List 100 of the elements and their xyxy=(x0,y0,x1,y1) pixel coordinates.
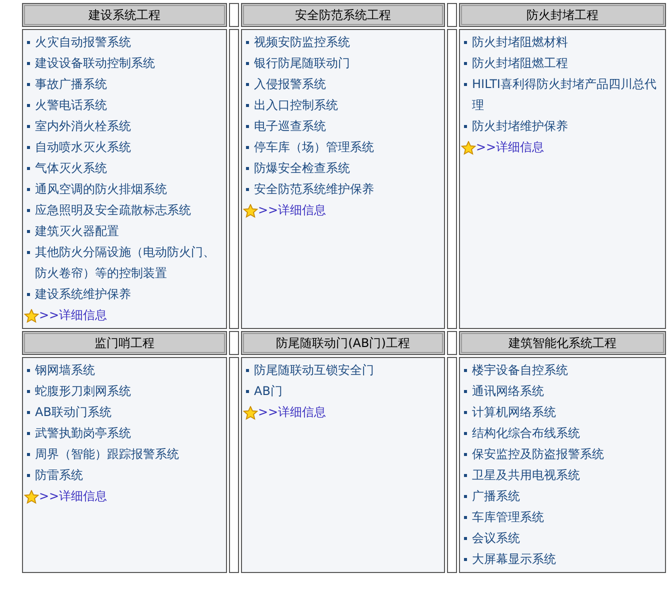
bullet-icon xyxy=(246,83,249,86)
category-link[interactable]: 车库管理系统 xyxy=(472,507,544,528)
category-link[interactable]: 通风空调的防火排烟系统 xyxy=(35,179,167,200)
star-icon xyxy=(243,406,258,420)
category-link[interactable]: 通讯网络系统 xyxy=(472,381,544,402)
bullet-icon xyxy=(464,125,467,128)
category-link[interactable]: 卫星及共用电视系统 xyxy=(472,465,580,486)
bullet-icon xyxy=(27,83,30,86)
category-link[interactable]: 室内外消火栓系统 xyxy=(35,116,131,137)
category-link[interactable]: 防雷系统 xyxy=(35,465,83,486)
bullet-icon xyxy=(464,369,467,372)
bullet-icon xyxy=(246,125,249,128)
bullet-icon xyxy=(246,167,249,170)
category-link[interactable]: 武警执勤岗亭系统 xyxy=(35,423,131,444)
category-link[interactable]: 大屏幕显示系统 xyxy=(472,549,556,570)
section-title: 监门哨工程 xyxy=(22,331,227,355)
category-link[interactable]: 入侵报警系统 xyxy=(254,74,326,95)
bullet-icon xyxy=(464,411,467,414)
bullet-icon xyxy=(27,62,30,65)
details-link[interactable]: >>详细信息 xyxy=(39,488,108,505)
bullet-icon xyxy=(464,432,467,435)
category-link[interactable]: 蛇腹形刀刺网系统 xyxy=(35,381,131,402)
bullet-icon xyxy=(464,474,467,477)
star-icon xyxy=(24,308,39,322)
category-link[interactable]: 自动喷水灭火系统 xyxy=(35,137,131,158)
bullet-icon xyxy=(464,62,467,65)
category-link[interactable]: AB联动门系统 xyxy=(35,402,112,423)
category-link[interactable]: 出入口控制系统 xyxy=(254,95,338,116)
bullet-icon xyxy=(27,104,30,107)
category-link[interactable]: 防火封堵阻燃工程 xyxy=(472,53,568,74)
star-icon xyxy=(243,204,258,218)
category-link[interactable]: 其他防火分隔设施（电动防火门、防火卷帘）等的控制装置 xyxy=(35,242,226,284)
category-link[interactable]: 建设系统维护保养 xyxy=(35,284,131,305)
category-link[interactable]: 停车库（场）管理系统 xyxy=(254,137,374,158)
category-link[interactable]: 防火封堵维护保养 xyxy=(472,116,568,137)
category-link[interactable]: 广播系统 xyxy=(472,486,520,507)
details-link[interactable]: >>详细信息 xyxy=(258,404,326,421)
bullet-icon xyxy=(27,167,30,170)
bullet-icon xyxy=(27,390,30,393)
category-link[interactable]: 安全防范系统维护保养 xyxy=(254,179,374,200)
bullet-icon xyxy=(464,390,467,393)
bullet-icon xyxy=(27,293,30,296)
category-link[interactable]: AB门 xyxy=(254,381,282,402)
bullet-icon xyxy=(27,41,30,44)
bullet-icon xyxy=(27,369,30,372)
category-link[interactable]: 周界（智能）跟踪报警系统 xyxy=(35,444,179,465)
category-link[interactable]: 火警电话系统 xyxy=(35,95,107,116)
category-link[interactable]: 应急照明及安全疏散标志系统 xyxy=(35,200,191,221)
bullet-icon xyxy=(27,146,30,149)
bullet-icon xyxy=(464,41,467,44)
details-link[interactable]: >>详细信息 xyxy=(258,202,326,219)
category-link[interactable]: 建设设备联动控制系统 xyxy=(35,53,155,74)
bullet-icon xyxy=(464,516,467,519)
bullet-icon xyxy=(464,537,467,540)
spacer-panel xyxy=(447,331,457,355)
category-link[interactable]: 火灾自动报警系统 xyxy=(35,32,131,53)
bullet-icon xyxy=(246,146,249,149)
category-link[interactable]: 会议系统 xyxy=(472,528,520,549)
section-title: 安全防范系统工程 xyxy=(241,3,445,27)
category-link[interactable]: 银行防尾随联动门 xyxy=(254,53,350,74)
spacer-panel xyxy=(229,331,239,355)
bullet-icon xyxy=(246,390,249,393)
category-link[interactable]: 保安监控及防盗报警系统 xyxy=(472,444,604,465)
bullet-icon xyxy=(246,41,249,44)
bullet-icon xyxy=(27,453,30,456)
category-link[interactable]: 建筑灭火器配置 xyxy=(35,221,119,242)
bullet-icon xyxy=(246,369,249,372)
bullet-icon xyxy=(27,230,30,233)
category-link[interactable]: 防尾随联动互锁安全门 xyxy=(254,360,374,381)
category-link[interactable]: 气体灭火系统 xyxy=(35,158,107,179)
details-link[interactable]: >>详细信息 xyxy=(476,139,544,156)
category-link[interactable]: 防爆安全检查系统 xyxy=(254,158,350,179)
bullet-icon xyxy=(246,188,249,191)
bullet-icon xyxy=(27,188,30,191)
spacer-panel xyxy=(447,3,457,27)
category-link[interactable]: 视频安防监控系统 xyxy=(254,32,350,53)
bullet-icon xyxy=(464,558,467,561)
bullet-icon xyxy=(246,62,249,65)
category-link[interactable]: 计算机网络系统 xyxy=(472,402,556,423)
bullet-icon xyxy=(27,411,30,414)
category-link[interactable]: 事故广播系统 xyxy=(35,74,107,95)
section-title: 防火封堵工程 xyxy=(459,3,666,27)
bullet-icon xyxy=(27,125,30,128)
bullet-icon xyxy=(27,251,30,254)
bullet-icon xyxy=(464,453,467,456)
bullet-icon xyxy=(464,83,467,86)
details-link[interactable]: >>详细信息 xyxy=(39,307,108,324)
bullet-icon xyxy=(27,209,30,212)
category-link[interactable]: 钢网墙系统 xyxy=(35,360,95,381)
category-link[interactable]: 电子巡查系统 xyxy=(254,116,326,137)
bullet-icon xyxy=(246,104,249,107)
category-link[interactable]: 防火封堵阻燃材料 xyxy=(472,32,568,53)
category-link[interactable]: 结构化综合布线系统 xyxy=(472,423,580,444)
bullet-icon xyxy=(27,474,30,477)
category-link[interactable]: HILTI喜利得防火封堵产品四川总代理 xyxy=(472,74,665,116)
section-title: 建筑智能化系统工程 xyxy=(459,331,666,355)
section-title: 建设系统工程 xyxy=(22,3,227,27)
category-link[interactable]: 楼宇设备自控系统 xyxy=(472,360,568,381)
bullet-icon xyxy=(27,432,30,435)
star-icon xyxy=(24,490,39,504)
